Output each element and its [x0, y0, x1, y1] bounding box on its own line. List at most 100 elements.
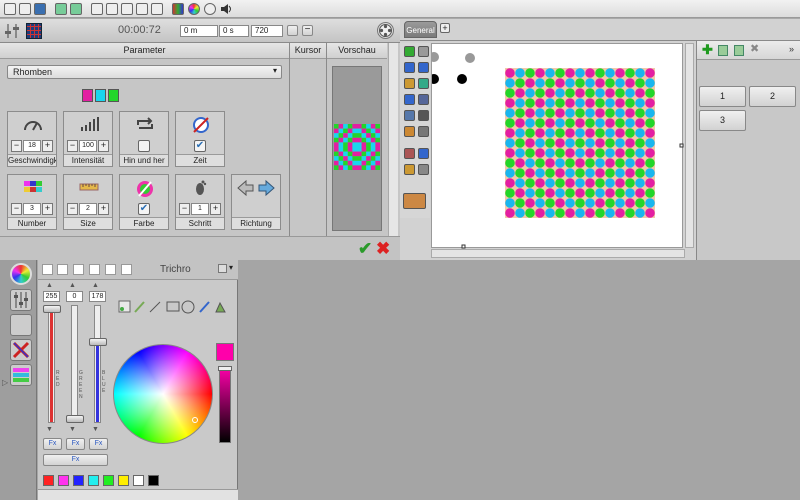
color-wheel-cursor[interactable]: [192, 417, 198, 423]
settings-icon[interactable]: [418, 164, 429, 175]
color-wheel-icon[interactable]: [188, 3, 200, 15]
lock-icon[interactable]: [404, 164, 415, 175]
new-file-icon[interactable]: [4, 3, 16, 15]
group-item[interactable]: 2: [749, 86, 796, 107]
remove-icon[interactable]: ✖: [750, 43, 759, 56]
confirm-check-icon[interactable]: ✔: [358, 240, 372, 257]
preset-slot[interactable]: [57, 264, 68, 275]
play-button[interactable]: [287, 25, 298, 36]
chevron-down-icon[interactable]: ▼: [69, 426, 76, 433]
chevron-down-icon[interactable]: ▼: [92, 426, 99, 433]
slider-handle[interactable]: [43, 305, 61, 313]
fx-button[interactable]: Fx: [43, 454, 108, 466]
minus-button[interactable]: −: [302, 25, 313, 36]
stepper-value[interactable]: 18: [23, 140, 41, 152]
stepper-value[interactable]: 2: [79, 203, 97, 215]
palette-swatch[interactable]: [148, 475, 159, 486]
stage-horizontal-scrollbar[interactable]: [431, 249, 685, 258]
decrement-button[interactable]: −: [67, 140, 78, 152]
grid-alt-icon[interactable]: [418, 126, 429, 137]
chevron-up-icon[interactable]: ▲: [69, 282, 76, 289]
layout-icon[interactable]: [418, 148, 429, 159]
cancel-x-icon[interactable]: ✖: [376, 240, 390, 257]
palette-swatch[interactable]: [118, 475, 129, 486]
preset-slot[interactable]: [42, 264, 53, 275]
grid-link-icon[interactable]: [404, 148, 415, 159]
tile-checkbox[interactable]: ✔: [138, 203, 150, 215]
add-tool-icon[interactable]: [404, 46, 415, 57]
increment-button[interactable]: +: [42, 203, 53, 215]
color-swatch[interactable]: [108, 89, 119, 102]
palette-swatch[interactable]: [58, 475, 69, 486]
faders-icon[interactable]: [10, 289, 32, 311]
chart-icon[interactable]: [172, 3, 184, 15]
rotate-icon[interactable]: [404, 94, 415, 105]
move-icon[interactable]: [418, 78, 429, 89]
help-icon[interactable]: [204, 3, 216, 15]
slider-value[interactable]: 0: [66, 291, 83, 302]
print-icon[interactable]: [136, 3, 148, 15]
effect-select[interactable]: Rhomben ▾: [7, 65, 282, 79]
fx-button[interactable]: Fx: [43, 438, 62, 450]
speaker-icon[interactable]: [220, 3, 232, 15]
increment-button[interactable]: +: [98, 140, 109, 152]
zoom-in-icon[interactable]: [404, 62, 415, 73]
stage-canvas[interactable]: [429, 43, 684, 249]
slider-value[interactable]: 178: [89, 291, 106, 302]
value-stepper[interactable]: −18 +: [11, 140, 53, 152]
page-icon[interactable]: [151, 3, 163, 15]
decrement-button[interactable]: −: [67, 203, 78, 215]
cross-icon[interactable]: [10, 339, 32, 361]
fixture-marker[interactable]: [429, 52, 439, 62]
meter-field[interactable]: 0 m: [180, 25, 218, 37]
increment-button[interactable]: +: [210, 203, 221, 215]
import-icon[interactable]: [55, 3, 67, 15]
preset-slot[interactable]: [105, 264, 116, 275]
remove-tool-icon[interactable]: [418, 46, 429, 57]
stepper-value[interactable]: 1: [191, 203, 209, 215]
fill-tool-icon[interactable]: [215, 301, 226, 313]
slider-handle[interactable]: [89, 338, 107, 346]
pipette-tool-icon[interactable]: [199, 301, 210, 313]
panel-menu-icon[interactable]: [218, 264, 227, 273]
chevron-up-icon[interactable]: ▲: [92, 282, 99, 289]
second-field[interactable]: 0 s: [219, 25, 249, 37]
rectangle-tool-icon[interactable]: [166, 301, 180, 312]
add-tab-button[interactable]: +: [440, 23, 450, 33]
brush-tool-icon[interactable]: [134, 301, 145, 313]
chevron-down-icon[interactable]: ▾: [229, 263, 233, 272]
brightness-slider[interactable]: [218, 366, 232, 443]
frames-field[interactable]: 720: [251, 25, 283, 37]
line-tool-icon[interactable]: [149, 301, 161, 313]
image-icon[interactable]: [404, 78, 415, 89]
slider-track[interactable]: [71, 305, 78, 423]
matrix-icon[interactable]: [26, 23, 42, 39]
film-reel-icon[interactable]: [377, 22, 394, 39]
tile-checkbox[interactable]: [138, 140, 150, 152]
layers-icon[interactable]: [10, 364, 32, 386]
increment-button[interactable]: +: [42, 140, 53, 152]
dimmer-icon[interactable]: [10, 314, 32, 336]
tile-checkbox[interactable]: ✔: [194, 140, 206, 152]
save-icon[interactable]: [34, 3, 46, 15]
color-swatch[interactable]: [95, 89, 106, 102]
stage-vertical-scrollbar[interactable]: [685, 43, 694, 248]
stepper-value[interactable]: 100: [79, 140, 97, 152]
current-color-swatch[interactable]: [216, 343, 234, 361]
color-wheel[interactable]: [113, 344, 213, 444]
decrement-button[interactable]: −: [11, 203, 22, 215]
add-icon[interactable]: ✚: [702, 43, 713, 56]
duplicate-icon[interactable]: [734, 45, 744, 56]
slider-track[interactable]: [94, 305, 101, 423]
document-icon[interactable]: [91, 3, 103, 15]
preset-slot[interactable]: [73, 264, 84, 275]
preset-slot[interactable]: [89, 264, 100, 275]
value-stepper[interactable]: −3 +: [11, 203, 53, 215]
fx-button[interactable]: Fx: [89, 438, 108, 450]
select-icon[interactable]: [418, 110, 429, 121]
value-stepper[interactable]: −100 +: [67, 140, 109, 152]
color-wheel-icon[interactable]: [10, 263, 32, 285]
palette-swatch[interactable]: [43, 475, 54, 486]
value-stepper[interactable]: −1 +: [179, 203, 221, 215]
slider-value[interactable]: 255: [43, 291, 60, 302]
